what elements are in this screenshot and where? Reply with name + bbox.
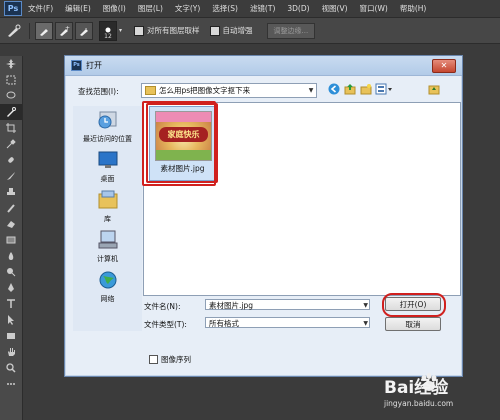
menu-window[interactable]: 窗口(W)	[360, 3, 388, 14]
adobe-bridge-folder-icon[interactable]	[428, 83, 440, 95]
brush-dropdown-icon[interactable]: ▾	[119, 27, 122, 34]
image-sequence-checkbox[interactable]	[149, 355, 158, 364]
new-folder-icon[interactable]	[360, 83, 372, 95]
chevron-down-icon: ▼	[363, 320, 368, 327]
menu-type[interactable]: 文字(Y)	[175, 3, 200, 14]
more-tools-icon[interactable]	[0, 376, 22, 392]
place-computer-label: 计算机	[97, 255, 118, 263]
menu-filter[interactable]: 滤镜(T)	[250, 3, 275, 14]
pen-tool-icon[interactable]	[0, 280, 22, 296]
back-icon[interactable]	[328, 83, 340, 95]
brush-size-value: 12	[104, 32, 112, 40]
photoshop-small-icon: Ps	[71, 60, 82, 71]
recent-places-icon	[98, 111, 116, 129]
healing-brush-tool-icon[interactable]	[0, 152, 22, 168]
menu-layer[interactable]: 图层(L)	[138, 3, 163, 14]
filetype-select[interactable]: 所有格式 ▼	[205, 317, 370, 328]
place-network[interactable]: 网络	[73, 270, 142, 304]
eraser-tool-icon[interactable]	[0, 216, 22, 232]
file-highlight-outline	[142, 101, 216, 186]
place-recent[interactable]: 最近访问的位置	[73, 110, 142, 144]
tools-panel	[0, 56, 23, 420]
place-libraries-label: 库	[104, 215, 111, 223]
add-to-selection-brush-icon[interactable]: +	[55, 21, 73, 40]
folder-icon	[145, 86, 156, 95]
menu-select[interactable]: 选择(S)	[212, 3, 238, 14]
menu-3d[interactable]: 3D(D)	[287, 4, 309, 13]
type-tool-icon[interactable]	[0, 296, 22, 312]
path-selection-tool-icon[interactable]	[0, 312, 22, 328]
rectangle-tool-icon[interactable]	[0, 328, 22, 344]
hand-tool-icon[interactable]	[0, 344, 22, 360]
dialog-titlebar[interactable]: Ps 打开	[65, 56, 462, 76]
new-selection-brush-icon[interactable]	[35, 21, 53, 40]
libraries-icon	[98, 190, 117, 209]
blur-tool-icon[interactable]	[0, 248, 22, 264]
eyedropper-tool-icon[interactable]	[0, 136, 22, 152]
chevron-down-icon: ▼	[363, 302, 368, 309]
look-in-dropdown[interactable]: 怎么用ps把图像文字抠下来 ▼	[141, 83, 317, 98]
brush-size-picker[interactable]: 12	[99, 20, 117, 41]
filename-input[interactable]: 素材图片.jpg ▼	[205, 299, 370, 310]
watermark-brand: Bai经验	[384, 378, 449, 398]
zoom-tool-icon[interactable]	[0, 360, 22, 376]
sample-all-layers-label: 对所有图层取样	[147, 26, 200, 35]
refine-edge-button[interactable]: 调整边缘...	[266, 22, 316, 39]
place-desktop-label: 桌面	[100, 175, 115, 183]
quick-selection-tool-icon[interactable]	[0, 104, 22, 120]
image-sequence-option[interactable]: 图像序列	[149, 354, 191, 365]
watermark-url: jingyan.baidu.com	[384, 399, 454, 408]
cancel-button[interactable]: 取消	[385, 317, 441, 331]
menu-bar: Ps 文件(F) 编辑(E) 图像(I) 图层(L) 文字(Y) 选择(S) 滤…	[0, 0, 500, 17]
place-recent-label: 最近访问的位置	[83, 135, 132, 143]
dialog-title: 打开	[86, 61, 102, 70]
menu-view[interactable]: 视图(V)	[322, 3, 348, 14]
divider	[29, 22, 30, 39]
up-folder-icon[interactable]	[344, 83, 356, 95]
marquee-tool-icon[interactable]	[0, 72, 22, 88]
open-highlight-oval	[382, 293, 446, 317]
gradient-tool-icon[interactable]	[0, 232, 22, 248]
place-libraries[interactable]: 库	[73, 190, 142, 224]
places-bar: 最近访问的位置 桌面 库 计算机 网络	[73, 106, 142, 331]
options-bar: + - 12 ▾ 对所有图层取样 自动增强 调整边缘...	[0, 17, 500, 44]
crop-tool-icon[interactable]	[0, 120, 22, 136]
place-desktop[interactable]: 桌面	[73, 150, 142, 184]
view-menu-icon[interactable]	[375, 83, 395, 95]
chevron-down-icon: ▼	[308, 87, 314, 94]
menu-edit[interactable]: 编辑(E)	[65, 3, 91, 14]
open-dialog: Ps 打开 ✕ 查找范围(I): 怎么用ps把图像文字抠下来 ▼ 最近访问的位置…	[64, 55, 463, 377]
history-brush-tool-icon[interactable]	[0, 200, 22, 216]
auto-enhance-checkbox[interactable]	[209, 25, 220, 36]
desktop-icon	[98, 151, 117, 168]
auto-enhance-label: 自动增强	[222, 26, 253, 35]
filetype-value: 所有格式	[209, 319, 239, 328]
photoshop-logo: Ps	[4, 1, 22, 16]
computer-icon	[98, 230, 117, 249]
sample-all-layers-checkbox[interactable]	[134, 25, 145, 36]
place-network-label: 网络	[100, 295, 115, 303]
look-in-value: 怎么用ps把图像文字抠下来	[159, 86, 251, 95]
filetype-label: 文件类型(T):	[144, 320, 187, 329]
svg-text:+: +	[65, 25, 70, 32]
subtract-from-selection-brush-icon[interactable]: -	[75, 21, 93, 40]
menu-file[interactable]: 文件(F)	[28, 3, 53, 14]
quick-selection-tool-preset-icon[interactable]	[4, 22, 24, 40]
svg-text:-: -	[85, 25, 87, 32]
filename-value: 素材图片.jpg	[209, 301, 253, 310]
clone-stamp-tool-icon[interactable]	[0, 184, 22, 200]
filename-label: 文件名(N):	[144, 302, 181, 311]
close-icon: ✕	[440, 61, 448, 70]
move-tool-icon[interactable]	[0, 56, 22, 72]
lasso-tool-icon[interactable]	[0, 88, 22, 104]
menu-help[interactable]: 帮助(H)	[400, 3, 427, 14]
image-sequence-label: 图像序列	[161, 355, 191, 364]
network-globe-icon	[99, 271, 116, 289]
menu-image[interactable]: 图像(I)	[103, 3, 126, 14]
place-computer[interactable]: 计算机	[73, 230, 142, 264]
brush-tool-icon[interactable]	[0, 168, 22, 184]
dodge-tool-icon[interactable]	[0, 264, 22, 280]
look-in-label: 查找范围(I):	[78, 87, 119, 96]
close-button[interactable]: ✕	[432, 59, 456, 73]
